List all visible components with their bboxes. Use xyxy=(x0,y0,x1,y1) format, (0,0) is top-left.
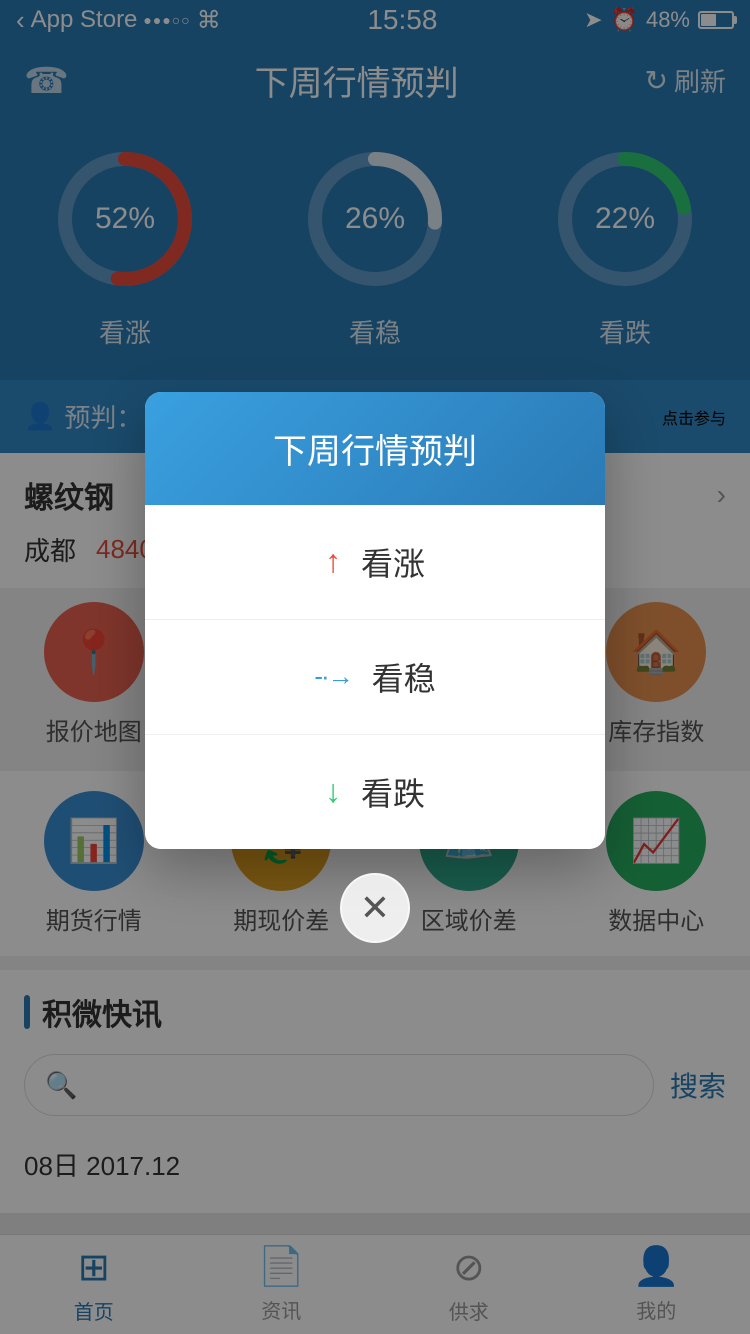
option-up-label: 看涨 xyxy=(361,539,425,585)
option-steady-label: 看稳 xyxy=(372,654,436,700)
prediction-modal: 下周行情预判 ↑ 看涨 -·→ 看稳 ↓ 看跌 xyxy=(145,392,605,849)
option-down[interactable]: ↓ 看跌 xyxy=(145,735,605,849)
modal-title: 下周行情预判 xyxy=(273,433,477,471)
modal-overlay[interactable]: 下周行情预判 ↑ 看涨 -·→ 看稳 ↓ 看跌 xyxy=(0,0,750,1334)
arrow-down-icon: ↓ xyxy=(325,773,341,810)
arrow-up-icon: ↑ xyxy=(325,543,341,580)
option-up[interactable]: ↑ 看涨 xyxy=(145,505,605,620)
option-down-label: 看跌 xyxy=(361,769,425,815)
modal-body: ↑ 看涨 -·→ 看稳 ↓ 看跌 xyxy=(145,505,605,849)
modal-header: 下周行情预判 xyxy=(145,392,605,505)
modal-close-button[interactable]: ✕ xyxy=(340,873,410,943)
arrow-steady-icon: -·→ xyxy=(314,661,351,692)
close-icon: ✕ xyxy=(360,887,390,929)
option-steady[interactable]: -·→ 看稳 xyxy=(145,620,605,735)
